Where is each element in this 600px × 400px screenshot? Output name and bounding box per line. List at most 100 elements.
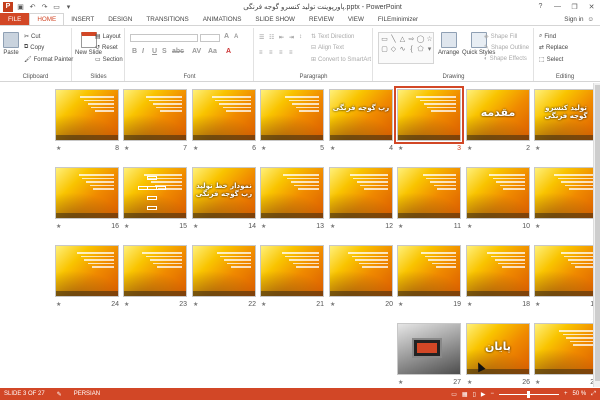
zoom-level[interactable]: 50 %: [573, 391, 587, 397]
shape-arrow-icon[interactable]: ⇨: [407, 34, 416, 44]
slide-transition-icon[interactable]: ★: [398, 379, 403, 386]
format-painter-button[interactable]: 🖌 Format Painter: [24, 56, 73, 64]
slide-transition-icon[interactable]: ★: [330, 145, 335, 152]
numbering-icon[interactable]: ☷: [269, 34, 274, 41]
strikethrough-icon[interactable]: abc: [172, 48, 184, 55]
slide-transition-icon[interactable]: ★: [261, 301, 266, 308]
powerpoint-app-icon[interactable]: P: [3, 1, 13, 12]
shape-star-icon[interactable]: ☆: [425, 34, 434, 44]
slide-thumbnail[interactable]: [192, 245, 256, 297]
line-spacing-icon[interactable]: ↕: [299, 34, 302, 40]
grow-font-icon[interactable]: A: [224, 33, 229, 40]
shadow-icon[interactable]: S: [162, 48, 167, 55]
slide-thumbnail[interactable]: [55, 167, 119, 219]
slide-thumbnail[interactable]: [397, 167, 461, 219]
font-size-combo[interactable]: [200, 34, 220, 42]
shape-oval-icon[interactable]: ◯: [416, 34, 425, 44]
sign-in-link[interactable]: Sign in: [564, 16, 583, 23]
character-spacing-icon[interactable]: AV: [192, 48, 201, 55]
save-icon[interactable]: ▣: [16, 2, 25, 11]
zoom-slider-knob[interactable]: [526, 390, 530, 398]
slide-thumbnail[interactable]: [394, 86, 464, 144]
arrange-button[interactable]: Arrange: [438, 32, 459, 56]
slide-thumbnail[interactable]: [397, 245, 461, 297]
shape-rectangle-icon[interactable]: ▭: [380, 34, 389, 44]
shape-pentagon-icon[interactable]: ⬠: [416, 44, 425, 54]
help-button[interactable]: ?: [532, 1, 549, 13]
tab-home[interactable]: HOME: [29, 13, 65, 25]
section-button[interactable]: ▭ Section: [95, 56, 123, 64]
slide-transition-icon[interactable]: ★: [193, 223, 198, 230]
slide-thumbnail[interactable]: رب گوجه فرنگی: [329, 89, 393, 141]
reading-view-icon[interactable]: ▯: [473, 391, 476, 398]
slide-transition-icon[interactable]: ★: [330, 223, 335, 230]
slide-transition-icon[interactable]: ★: [535, 223, 540, 230]
zoom-in-icon[interactable]: +: [564, 391, 568, 397]
tab-insert[interactable]: INSERT: [64, 13, 101, 25]
slide-thumbnail[interactable]: [123, 245, 187, 297]
slide-transition-icon[interactable]: ★: [56, 145, 61, 152]
slide-thumbnail[interactable]: نمودار خط تولید رب گوجه فرنگی: [192, 167, 256, 219]
copy-button[interactable]: ⧉ Copy: [24, 44, 44, 51]
user-avatar-icon[interactable]: ☺: [588, 16, 594, 23]
slide-thumbnail[interactable]: [466, 167, 530, 219]
slide-transition-icon[interactable]: ★: [124, 223, 129, 230]
restore-button[interactable]: ❐: [566, 1, 583, 13]
select-button[interactable]: ⬚ Select: [539, 56, 563, 64]
justify-icon[interactable]: ≡: [289, 50, 293, 56]
slide-transition-icon[interactable]: ★: [467, 379, 472, 386]
italic-icon[interactable]: I: [142, 48, 144, 55]
slide-thumbnail[interactable]: [55, 89, 119, 141]
slide-thumbnail[interactable]: [534, 323, 598, 375]
align-left-icon[interactable]: ≡: [259, 50, 263, 56]
slide-transition-icon[interactable]: ★: [398, 145, 403, 152]
slide-thumbnail[interactable]: [260, 167, 324, 219]
customize-qat-icon[interactable]: ▾: [64, 2, 73, 11]
tab-fileminimizer[interactable]: FILEminimizer: [371, 13, 425, 25]
tab-file[interactable]: FILE: [0, 13, 30, 25]
shape-effects-button[interactable]: ◐ Shape Effects: [484, 56, 527, 62]
find-button[interactable]: ⌕ Find: [539, 33, 556, 40]
zoom-slider[interactable]: [498, 390, 559, 398]
tab-animations[interactable]: ANIMATIONS: [196, 13, 249, 25]
text-direction-button[interactable]: ⇅ Text Direction: [311, 33, 354, 41]
slide-transition-icon[interactable]: ★: [124, 301, 129, 308]
slide-transition-icon[interactable]: ★: [193, 301, 198, 308]
start-slideshow-icon[interactable]: ▭: [52, 2, 61, 11]
underline-icon[interactable]: U: [152, 48, 157, 55]
slideshow-view-icon[interactable]: ▶: [481, 391, 486, 398]
tab-view[interactable]: VIEW: [341, 13, 371, 25]
tab-slide-show[interactable]: SLIDE SHOW: [248, 13, 302, 25]
shape-fill-button[interactable]: ◈ Shape Fill: [484, 33, 517, 41]
redo-icon[interactable]: ↷: [40, 2, 49, 11]
slide-transition-icon[interactable]: ★: [467, 223, 472, 230]
tab-transitions[interactable]: TRANSITIONS: [139, 13, 195, 25]
slide-thumbnail[interactable]: [329, 167, 393, 219]
increase-indent-icon[interactable]: ⇥: [289, 34, 294, 41]
slide-thumbnail[interactable]: تولید کنسرو گوجه فرنگی: [534, 89, 598, 141]
slide-transition-icon[interactable]: ★: [261, 145, 266, 152]
slide-thumbnail[interactable]: [329, 245, 393, 297]
slide-thumbnail[interactable]: [466, 245, 530, 297]
close-button[interactable]: ✕: [583, 1, 600, 13]
slide-transition-icon[interactable]: ★: [56, 223, 61, 230]
align-center-icon[interactable]: ≡: [269, 50, 273, 56]
slide-thumbnail[interactable]: [534, 167, 598, 219]
slide-transition-icon[interactable]: ★: [330, 301, 335, 308]
slide-thumbnail[interactable]: [534, 245, 598, 297]
slide-transition-icon[interactable]: ★: [261, 223, 266, 230]
paste-button[interactable]: Paste: [3, 32, 19, 56]
slide-transition-icon[interactable]: ★: [56, 301, 61, 308]
decrease-indent-icon[interactable]: ⇤: [279, 34, 284, 41]
slide-thumbnail[interactable]: [260, 245, 324, 297]
bold-icon[interactable]: B: [132, 48, 137, 55]
shape-triangle-icon[interactable]: △: [398, 34, 407, 44]
slide-thumbnail[interactable]: [260, 89, 324, 141]
tab-design[interactable]: DESIGN: [101, 13, 139, 25]
minimize-button[interactable]: —: [549, 1, 566, 13]
replace-button[interactable]: ⇄ Replace: [539, 44, 568, 52]
slide-thumbnail[interactable]: [123, 89, 187, 141]
zoom-out-icon[interactable]: −: [490, 391, 494, 397]
slide-sorter-view-icon[interactable]: ▦: [462, 391, 468, 398]
shape-rounded-icon[interactable]: ▢: [380, 44, 389, 54]
